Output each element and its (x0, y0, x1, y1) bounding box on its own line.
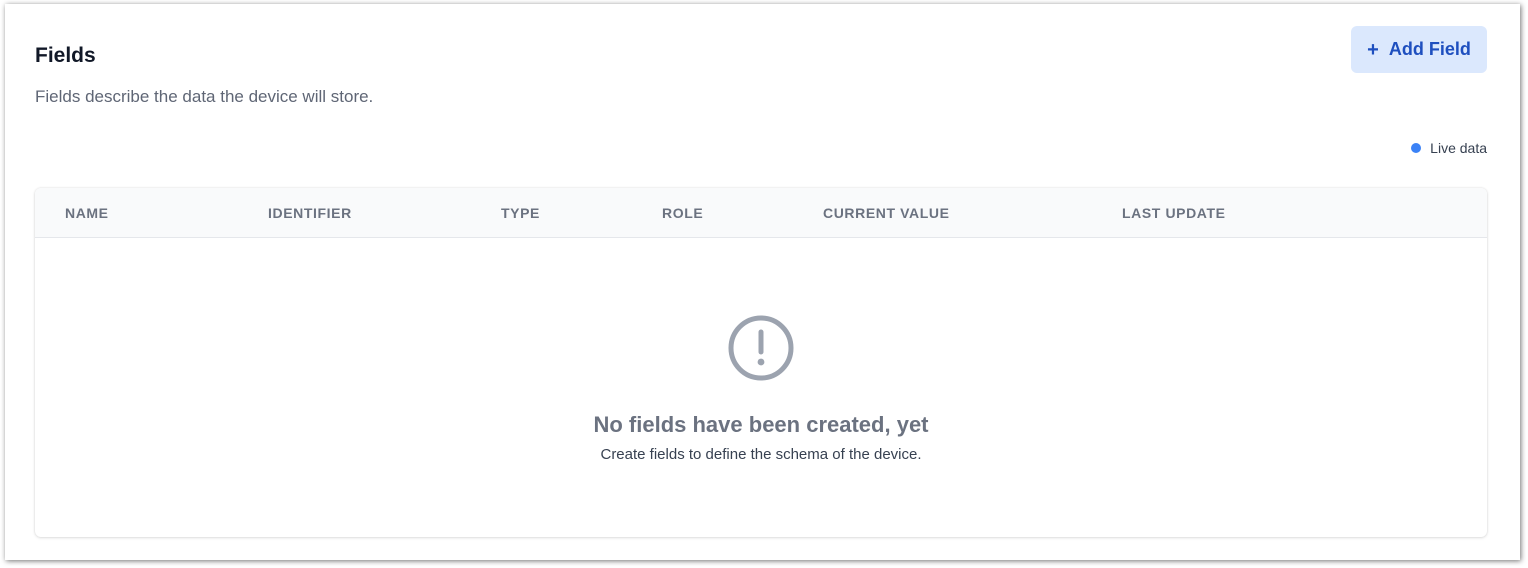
empty-state-description: Create fields to define the schema of th… (600, 446, 922, 463)
live-data-label: Live data (1430, 140, 1487, 156)
column-header-last-update[interactable]: Last Update (1122, 205, 1226, 221)
fields-table: Name Identifier Type Role Current Value … (35, 188, 1487, 537)
table-header: Name Identifier Type Role Current Value … (35, 188, 1487, 238)
page-subtitle: Fields describe the data the device will… (35, 87, 374, 106)
exclamation-circle-icon (728, 315, 794, 381)
fields-panel: Fields Fields describe the data the devi… (5, 4, 1520, 560)
live-data-indicator: Live data (1411, 140, 1487, 156)
add-field-label: Add Field (1388, 39, 1471, 59)
plus-icon: + (1367, 38, 1379, 61)
column-header-current-value[interactable]: Current Value (823, 205, 950, 221)
column-header-name[interactable]: Name (65, 205, 109, 221)
column-header-role[interactable]: Role (662, 205, 703, 221)
page-title: Fields (35, 44, 96, 67)
live-status-dot-icon (1411, 143, 1422, 153)
column-header-identifier[interactable]: Identifier (268, 205, 352, 221)
add-field-button[interactable]: + Add Field (1351, 26, 1487, 73)
empty-state-title: No fields have been created, yet (593, 412, 929, 437)
empty-state: No fields have been created, yet Create … (35, 238, 1487, 537)
column-header-type[interactable]: Type (501, 205, 540, 221)
